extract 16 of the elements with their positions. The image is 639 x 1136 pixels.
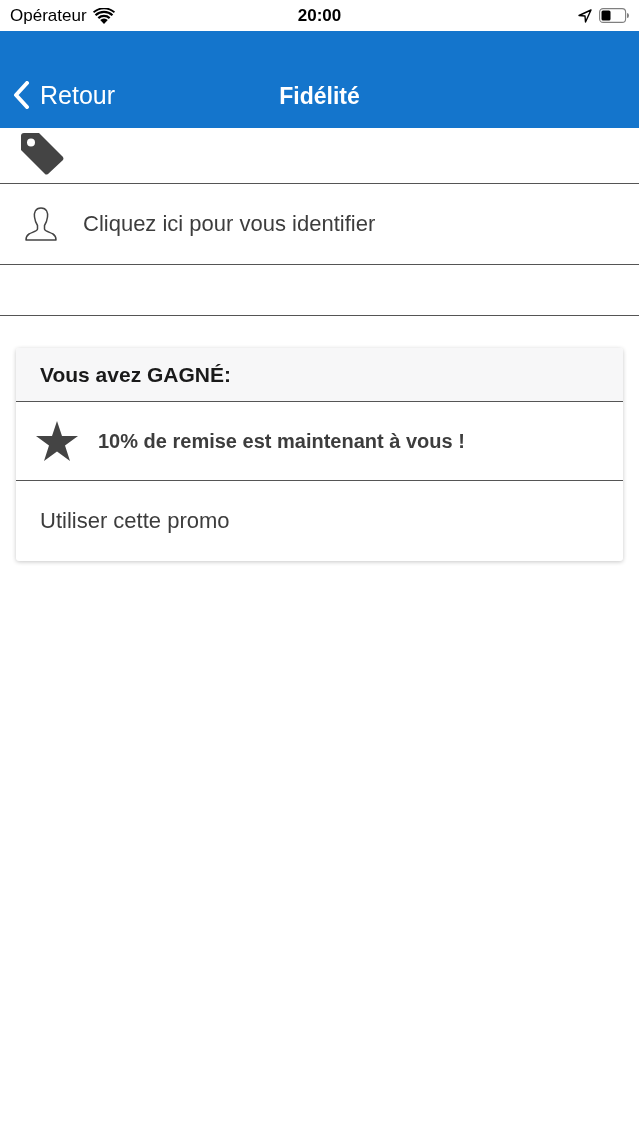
carrier-name: Opérateur <box>10 5 87 26</box>
login-row[interactable]: Cliquez ici pour vous identifier <box>0 184 639 265</box>
page-title: Fidélité <box>279 83 360 110</box>
location-arrow-icon <box>578 8 592 23</box>
card-heading: Vous avez GAGNÉ: <box>40 362 231 387</box>
back-button[interactable]: Retour <box>0 76 116 114</box>
wifi-icon <box>92 7 115 24</box>
battery-icon <box>599 8 629 23</box>
use-promo-button[interactable]: Utiliser cette promo <box>40 508 230 534</box>
person-outline-icon <box>25 207 57 241</box>
chevron-left-icon <box>12 81 30 109</box>
tag-icon <box>20 132 64 175</box>
reward-text: 10% de remise est maintenant à vous ! <box>98 429 465 453</box>
star-icon <box>36 421 78 461</box>
login-prompt: Cliquez ici pour vous identifier <box>83 211 376 237</box>
clock-time: 20:00 <box>297 5 342 26</box>
